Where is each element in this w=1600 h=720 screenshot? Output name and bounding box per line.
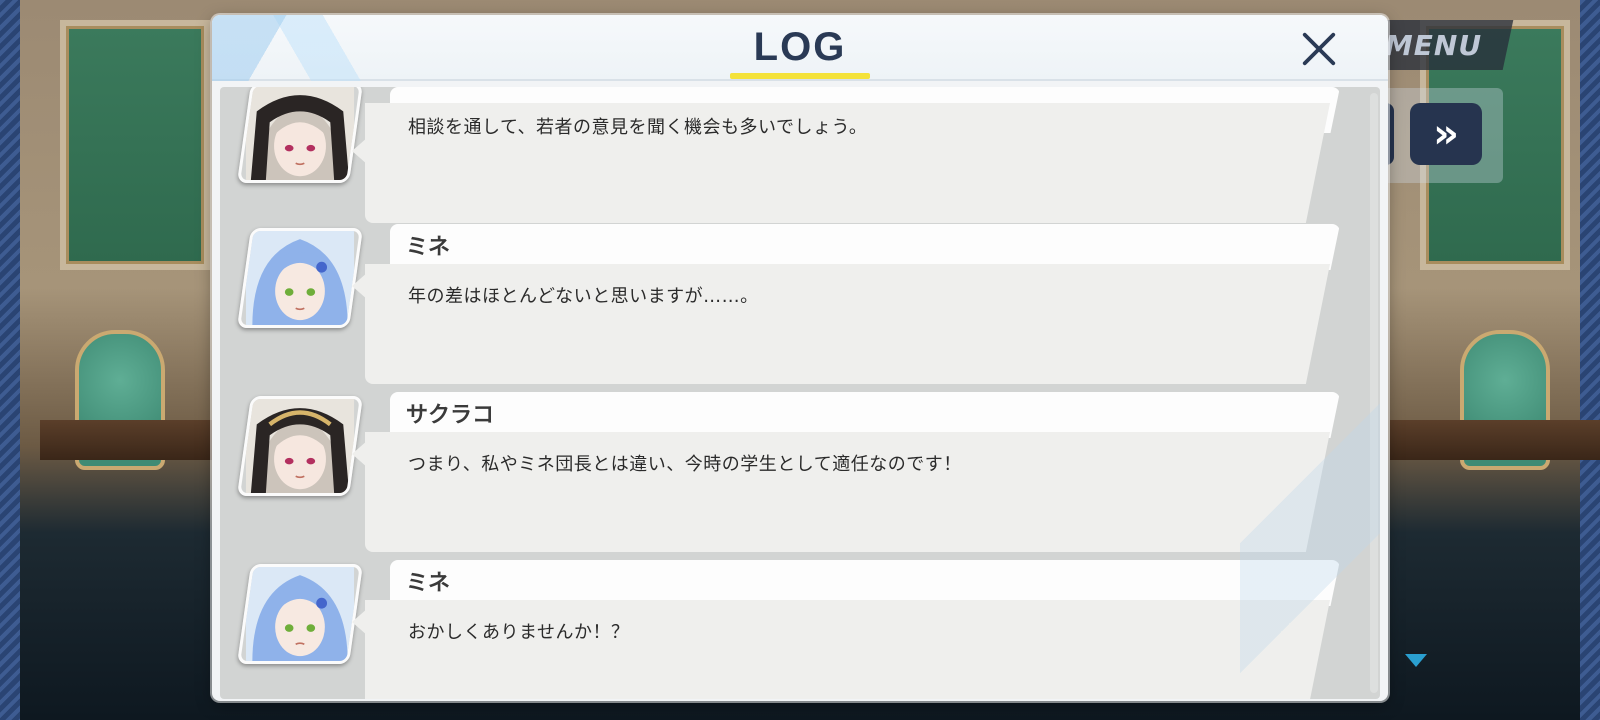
log-entry: ミネ おかしくありませんか！？ [220,560,1380,699]
fast-forward-icon: » [1433,111,1459,157]
speaker-name-bar [390,392,1340,438]
avatar-sakurako [236,87,364,183]
log-list[interactable]: 相談を通して、若者の意見を聞く機会も多いでしょう。 ミネ 年の差はほとんどないと… [220,87,1380,699]
title-underline [730,73,870,79]
log-entry: ミネ 年の差はほとんどないと思いますが……。 [220,224,1380,392]
fast-forward-button[interactable]: » [1410,103,1482,165]
dialogue-text: 相談を通して、若者の意見を聞く機会も多いでしょう。 [408,117,868,138]
speaker-name: ミネ [406,571,451,596]
speaker-name: ミネ [406,235,451,260]
log-entry: サクラコ つまり、私やミネ団長とは違い、今時の学生として適任なのです！ [220,392,1380,560]
right-border-pattern [1580,0,1600,720]
table-right [1390,420,1600,460]
log-header: LOG [212,15,1388,81]
dialogue-text: おかしくありませんか！？ [408,622,630,643]
avatar-mine [236,228,364,328]
mine-portrait-icon [245,228,355,328]
left-border-pattern [0,0,20,720]
scrollbar[interactable] [1370,93,1378,693]
close-button[interactable] [1292,23,1346,75]
sakurako-portrait-icon [245,396,355,496]
dialogue-box [365,600,1330,699]
mine-portrait-icon [245,564,355,664]
next-indicator-icon [1405,654,1427,667]
sakurako-portrait-icon [245,87,355,183]
speaker-name-bar [390,560,1340,606]
log-title: LOG [753,25,847,69]
close-icon [1302,32,1336,66]
speaker-name: サクラコ [406,403,495,428]
log-entry: 相談を通して、若者の意見を聞く機会も多いでしょう。 [220,87,1380,223]
dialogue-text: つまり、私やミネ団長とは違い、今時の学生として適任なのです！ [408,454,962,475]
avatar-sakurako [236,396,364,496]
menu-button-label: MENU [1385,28,1483,62]
log-window: LOG 相談を通して、若者の意見を聞く機会も多いでしょう。 ミネ 年の差はほとん… [212,15,1388,701]
dialogue-text: 年の差はほとんどないと思いますが……。 [408,286,759,307]
speaker-name-bar [390,224,1340,270]
table-left [40,420,240,460]
wall-panel-left [60,20,210,270]
avatar-mine [236,564,364,664]
